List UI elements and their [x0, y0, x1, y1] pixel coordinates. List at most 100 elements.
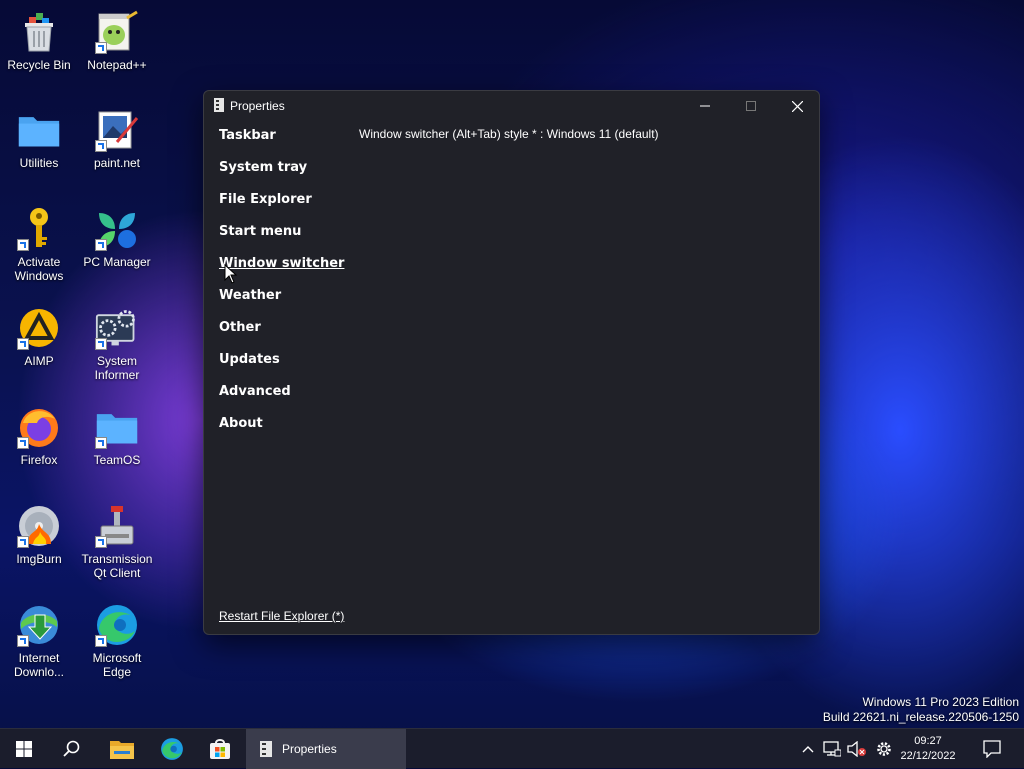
- aimp-icon: [17, 306, 61, 350]
- desktop-icon-label: TeamOS: [93, 453, 141, 467]
- taskbar-app-label: Properties: [282, 742, 337, 756]
- desktop-icon-transmission[interactable]: Transmission Qt Client: [79, 504, 155, 580]
- properties-app-icon: [214, 98, 224, 112]
- folder-icon: [17, 108, 61, 152]
- shortcut-arrow-icon: [95, 635, 107, 647]
- shortcut-arrow-icon: [17, 635, 29, 647]
- desktop-icon-label: Notepad++: [87, 58, 147, 72]
- window-switcher-style-setting[interactable]: Window switcher (Alt+Tab) style * : Wind…: [359, 127, 659, 141]
- desktop-icon-label: ImgBurn: [16, 552, 62, 566]
- shortcut-arrow-icon: [95, 536, 107, 548]
- notifications-button[interactable]: [980, 729, 1004, 769]
- build-number: Build 22621.ni_release.220506-1250: [822, 710, 1019, 724]
- windows-edition-watermark: Windows 11 Pro 2023 Edition Build 22621.…: [823, 695, 1019, 725]
- taskbar-file-explorer[interactable]: [98, 729, 146, 769]
- show-hidden-icons-button[interactable]: [796, 729, 820, 769]
- properties-window: Properties Taskbar System tray File Expl…: [203, 90, 820, 635]
- minimize-button[interactable]: [682, 91, 728, 121]
- shortcut-arrow-icon: [17, 338, 29, 350]
- title-bar[interactable]: Properties: [204, 91, 819, 121]
- taskbar-store[interactable]: [196, 729, 244, 769]
- shortcut-arrow-icon: [95, 338, 107, 350]
- edition-name: Windows 11 Pro 2023 Edition: [862, 695, 1019, 709]
- restart-file-explorer-link[interactable]: Restart File Explorer (*): [219, 609, 344, 623]
- nav-item-taskbar[interactable]: Taskbar: [219, 129, 344, 161]
- close-button[interactable]: [774, 91, 820, 121]
- desktop-icon-label: PC Manager: [83, 255, 151, 269]
- clock-date: 22/12/2022: [900, 750, 956, 762]
- shortcut-arrow-icon: [95, 239, 107, 251]
- desktop-icon-system-informer[interactable]: System Informer: [79, 306, 155, 382]
- edge-icon: [161, 738, 183, 760]
- close-icon: [791, 100, 803, 112]
- search-button[interactable]: [48, 729, 96, 769]
- window-title: Properties: [230, 99, 285, 113]
- nav-item-weather[interactable]: Weather: [219, 289, 344, 321]
- shortcut-arrow-icon: [95, 42, 107, 54]
- desktop-icon-pc-manager[interactable]: PC Manager: [79, 207, 155, 269]
- desktop-icon-label: AIMP: [24, 354, 54, 368]
- taskbar-edge[interactable]: [148, 729, 196, 769]
- windows-logo-icon: [16, 741, 32, 757]
- nav-item-system-tray[interactable]: System tray: [219, 161, 344, 193]
- volume-muted-icon: [847, 741, 866, 757]
- taskbar: Properties 09:27 22/12/2022: [0, 728, 1024, 769]
- desktop-icon-label: Internet Downlo...: [13, 651, 65, 679]
- desktop-icon-label: System Informer: [94, 354, 140, 382]
- shortcut-arrow-icon: [17, 437, 29, 449]
- folder-icon: [95, 405, 139, 449]
- key-icon: [17, 207, 61, 251]
- firefox-icon: [17, 405, 61, 449]
- desktop-icon-internet-download-manager[interactable]: Internet Downlo...: [1, 603, 77, 679]
- taskbar-properties-app[interactable]: Properties: [246, 729, 406, 769]
- taskbar-clock[interactable]: 09:27 22/12/2022: [896, 734, 960, 764]
- desktop-icon-notepad-plus-plus[interactable]: Notepad++: [79, 10, 155, 72]
- clock-time: 09:27: [914, 735, 942, 747]
- desktop-icon-label: Transmission Qt Client: [81, 552, 153, 580]
- desktop-icon-label: Microsoft Edge: [92, 651, 142, 679]
- pc-manager-icon: [95, 207, 139, 251]
- start-button[interactable]: [0, 729, 48, 769]
- paint-net-icon: [95, 108, 139, 152]
- nav-item-about[interactable]: About: [219, 417, 344, 449]
- desktop-icon-microsoft-edge[interactable]: Microsoft Edge: [79, 603, 155, 679]
- recycle-bin-icon: [17, 10, 61, 54]
- download-manager-icon: [17, 603, 61, 647]
- maximize-button[interactable]: [728, 91, 774, 121]
- desktop-icon-activate-windows[interactable]: Activate Windows: [1, 207, 77, 283]
- desktop-icon-label: Firefox: [20, 453, 58, 467]
- nav-item-file-explorer[interactable]: File Explorer: [219, 193, 344, 225]
- notepad-plus-plus-icon: [95, 10, 139, 54]
- settings-tray-button[interactable]: [872, 729, 896, 769]
- desktop-icon-utilities[interactable]: Utilities: [1, 108, 77, 170]
- file-explorer-icon: [110, 741, 134, 759]
- desktop-icon-label: Utilities: [19, 156, 59, 170]
- volume-button[interactable]: [845, 729, 869, 769]
- chevron-up-icon: [802, 746, 814, 753]
- settings-nav: Taskbar System tray File Explorer Start …: [219, 129, 344, 449]
- nav-item-updates[interactable]: Updates: [219, 353, 344, 385]
- nav-item-other[interactable]: Other: [219, 321, 344, 353]
- microsoft-store-icon: [210, 739, 230, 759]
- network-button[interactable]: [820, 729, 844, 769]
- imgburn-icon: [17, 504, 61, 548]
- notification-icon: [983, 740, 1001, 758]
- desktop-icon-aimp[interactable]: AIMP: [1, 306, 77, 368]
- desktop-icon-recycle-bin[interactable]: Recycle Bin: [1, 10, 77, 72]
- gear-icon: [877, 742, 891, 756]
- desktop-icon-paint-net[interactable]: paint.net: [79, 108, 155, 170]
- desktop-icon-label: Recycle Bin: [7, 58, 71, 72]
- mouse-cursor-icon: [224, 264, 238, 284]
- edge-icon: [95, 603, 139, 647]
- desktop-icon-imgburn[interactable]: ImgBurn: [1, 504, 77, 566]
- nav-item-advanced[interactable]: Advanced: [219, 385, 344, 417]
- nav-item-start-menu[interactable]: Start menu: [219, 225, 344, 257]
- minimize-icon: [700, 105, 710, 107]
- desktop-icon-teamos[interactable]: TeamOS: [79, 405, 155, 467]
- desktop-icon-firefox[interactable]: Firefox: [1, 405, 77, 467]
- shortcut-arrow-icon: [17, 239, 29, 251]
- maximize-icon: [746, 101, 756, 111]
- network-icon: [823, 741, 841, 757]
- shortcut-arrow-icon: [95, 437, 107, 449]
- desktop-icon-label: Activate Windows: [14, 255, 64, 283]
